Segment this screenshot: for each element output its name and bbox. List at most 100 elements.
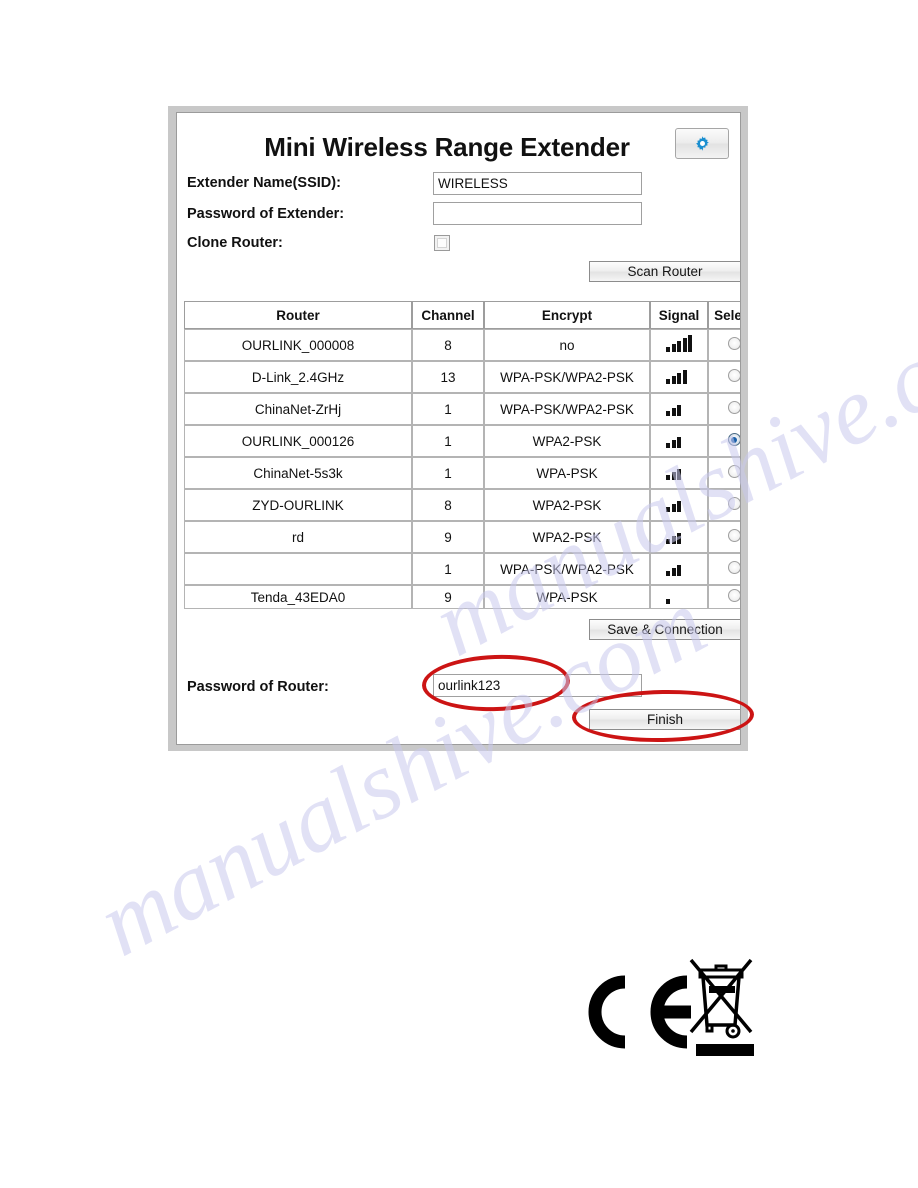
- router-scan-table-body: Router Channel Encrypt Signal Select OUR…: [184, 301, 740, 609]
- cell-signal: [650, 329, 708, 361]
- cell-encrypt: no: [484, 329, 650, 361]
- cell-channel: 1: [412, 553, 484, 585]
- save-connection-button[interactable]: Save & Connection: [589, 619, 740, 640]
- cell-channel: 1: [412, 457, 484, 489]
- cell-router-name: D-Link_2.4GHz: [184, 361, 412, 393]
- cell-encrypt: WPA-PSK/WPA2-PSK: [484, 361, 650, 393]
- signal-strength-icon: [666, 559, 692, 576]
- table-row[interactable]: Tenda_43EDA0 9 WPA-PSK: [184, 585, 740, 609]
- table-row[interactable]: rd 9 WPA2-PSK: [184, 521, 740, 553]
- cell-router-name: Tenda_43EDA0: [184, 585, 412, 609]
- compliance-marks-svg: [588, 958, 754, 1056]
- cell-channel: 13: [412, 361, 484, 393]
- signal-strength-icon: [666, 367, 692, 384]
- gear-icon: [695, 136, 709, 151]
- table-row[interactable]: ZYD-OURLINK 8 WPA2-PSK: [184, 489, 740, 521]
- cell-signal: [650, 361, 708, 393]
- cell-select[interactable]: [708, 393, 740, 425]
- router-select-radio[interactable]: [727, 561, 740, 574]
- column-header-channel: Channel: [412, 301, 484, 329]
- signal-strength-icon: [666, 399, 692, 416]
- cell-router-name: [184, 553, 412, 585]
- table-row[interactable]: 1 WPA-PSK/WPA2-PSK: [184, 553, 740, 585]
- cell-signal: [650, 521, 708, 553]
- router-select-radio[interactable]: [727, 589, 740, 602]
- router-select-radio[interactable]: [727, 465, 740, 478]
- cell-signal: [650, 393, 708, 425]
- table-row[interactable]: ChinaNet-ZrHj 1 WPA-PSK/WPA2-PSK: [184, 393, 740, 425]
- scan-router-button[interactable]: Scan Router: [589, 261, 740, 282]
- signal-strength-icon: [666, 463, 692, 480]
- ssid-label: Extender Name(SSID):: [187, 175, 341, 191]
- finish-button[interactable]: Finish: [589, 709, 740, 730]
- router-scan-table: Router Channel Encrypt Signal Select OUR…: [184, 301, 740, 609]
- weee-bin-icon: [689, 958, 754, 1056]
- cell-signal: [650, 457, 708, 489]
- cell-encrypt: WPA-PSK: [484, 457, 650, 489]
- ssid-input[interactable]: [433, 172, 642, 195]
- cell-router-name: rd: [184, 521, 412, 553]
- cell-signal: [650, 553, 708, 585]
- cell-channel: 8: [412, 329, 484, 361]
- extender-config-panel: Mini Wireless Range Extender Extender Na…: [176, 112, 741, 745]
- cell-signal: [650, 489, 708, 521]
- signal-strength-icon: [666, 587, 692, 604]
- settings-button[interactable]: [675, 128, 729, 159]
- router-select-radio[interactable]: [727, 337, 740, 350]
- cell-select[interactable]: [708, 489, 740, 521]
- clone-router-checkbox[interactable]: [434, 235, 450, 251]
- cell-encrypt: WPA2-PSK: [484, 425, 650, 457]
- table-row[interactable]: D-Link_2.4GHz 13 WPA-PSK/WPA2-PSK: [184, 361, 740, 393]
- cell-signal: [650, 425, 708, 457]
- signal-strength-icon: [666, 495, 692, 512]
- cell-router-name: ZYD-OURLINK: [184, 489, 412, 521]
- router-select-radio[interactable]: [727, 529, 740, 542]
- cell-channel: 1: [412, 425, 484, 457]
- cell-select[interactable]: [708, 425, 740, 457]
- router-select-radio[interactable]: [727, 497, 740, 510]
- column-header-select: Select: [708, 301, 740, 329]
- cell-select[interactable]: [708, 553, 740, 585]
- cell-channel: 1: [412, 393, 484, 425]
- extender-password-input[interactable]: [433, 202, 642, 225]
- cell-channel: 9: [412, 521, 484, 553]
- router-select-radio[interactable]: [727, 433, 740, 446]
- router-select-radio[interactable]: [727, 369, 740, 382]
- cell-encrypt: WPA-PSK: [484, 585, 650, 609]
- signal-strength-icon: [666, 431, 692, 448]
- column-header-signal: Signal: [650, 301, 708, 329]
- router-password-label: Password of Router:: [187, 679, 329, 695]
- router-select-radio[interactable]: [727, 401, 740, 414]
- signal-strength-icon: [666, 335, 692, 352]
- cell-router-name: ChinaNet-ZrHj: [184, 393, 412, 425]
- cell-encrypt: WPA-PSK/WPA2-PSK: [484, 393, 650, 425]
- cell-select[interactable]: [708, 329, 740, 361]
- table-row[interactable]: OURLINK_000126 1 WPA2-PSK: [184, 425, 740, 457]
- cell-router-name: OURLINK_000008: [184, 329, 412, 361]
- cell-select[interactable]: [708, 585, 740, 609]
- cell-encrypt: WPA-PSK/WPA2-PSK: [484, 553, 650, 585]
- compliance-marks: [583, 952, 763, 1067]
- extender-password-label: Password of Extender:: [187, 206, 345, 222]
- cell-select[interactable]: [708, 521, 740, 553]
- cell-signal: [650, 585, 708, 609]
- cell-encrypt: WPA2-PSK: [484, 521, 650, 553]
- cell-select[interactable]: [708, 457, 740, 489]
- device-ui-frame: Mini Wireless Range Extender Extender Na…: [168, 106, 748, 751]
- ce-mark-icon: [588, 975, 691, 1049]
- router-password-input[interactable]: [433, 674, 642, 697]
- column-header-encrypt: Encrypt: [484, 301, 650, 329]
- column-header-router: Router: [184, 301, 412, 329]
- cell-router-name: ChinaNet-5s3k: [184, 457, 412, 489]
- page-title: Mini Wireless Range Extender: [264, 132, 630, 162]
- table-row[interactable]: ChinaNet-5s3k 1 WPA-PSK: [184, 457, 740, 489]
- signal-strength-icon: [666, 527, 692, 544]
- cell-select[interactable]: [708, 361, 740, 393]
- cell-channel: 8: [412, 489, 484, 521]
- table-row[interactable]: OURLINK_000008 8 no: [184, 329, 740, 361]
- cell-channel: 9: [412, 585, 484, 609]
- cell-router-name: OURLINK_000126: [184, 425, 412, 457]
- clone-router-label: Clone Router:: [187, 235, 283, 251]
- cell-encrypt: WPA2-PSK: [484, 489, 650, 521]
- table-header-row: Router Channel Encrypt Signal Select: [184, 301, 740, 329]
